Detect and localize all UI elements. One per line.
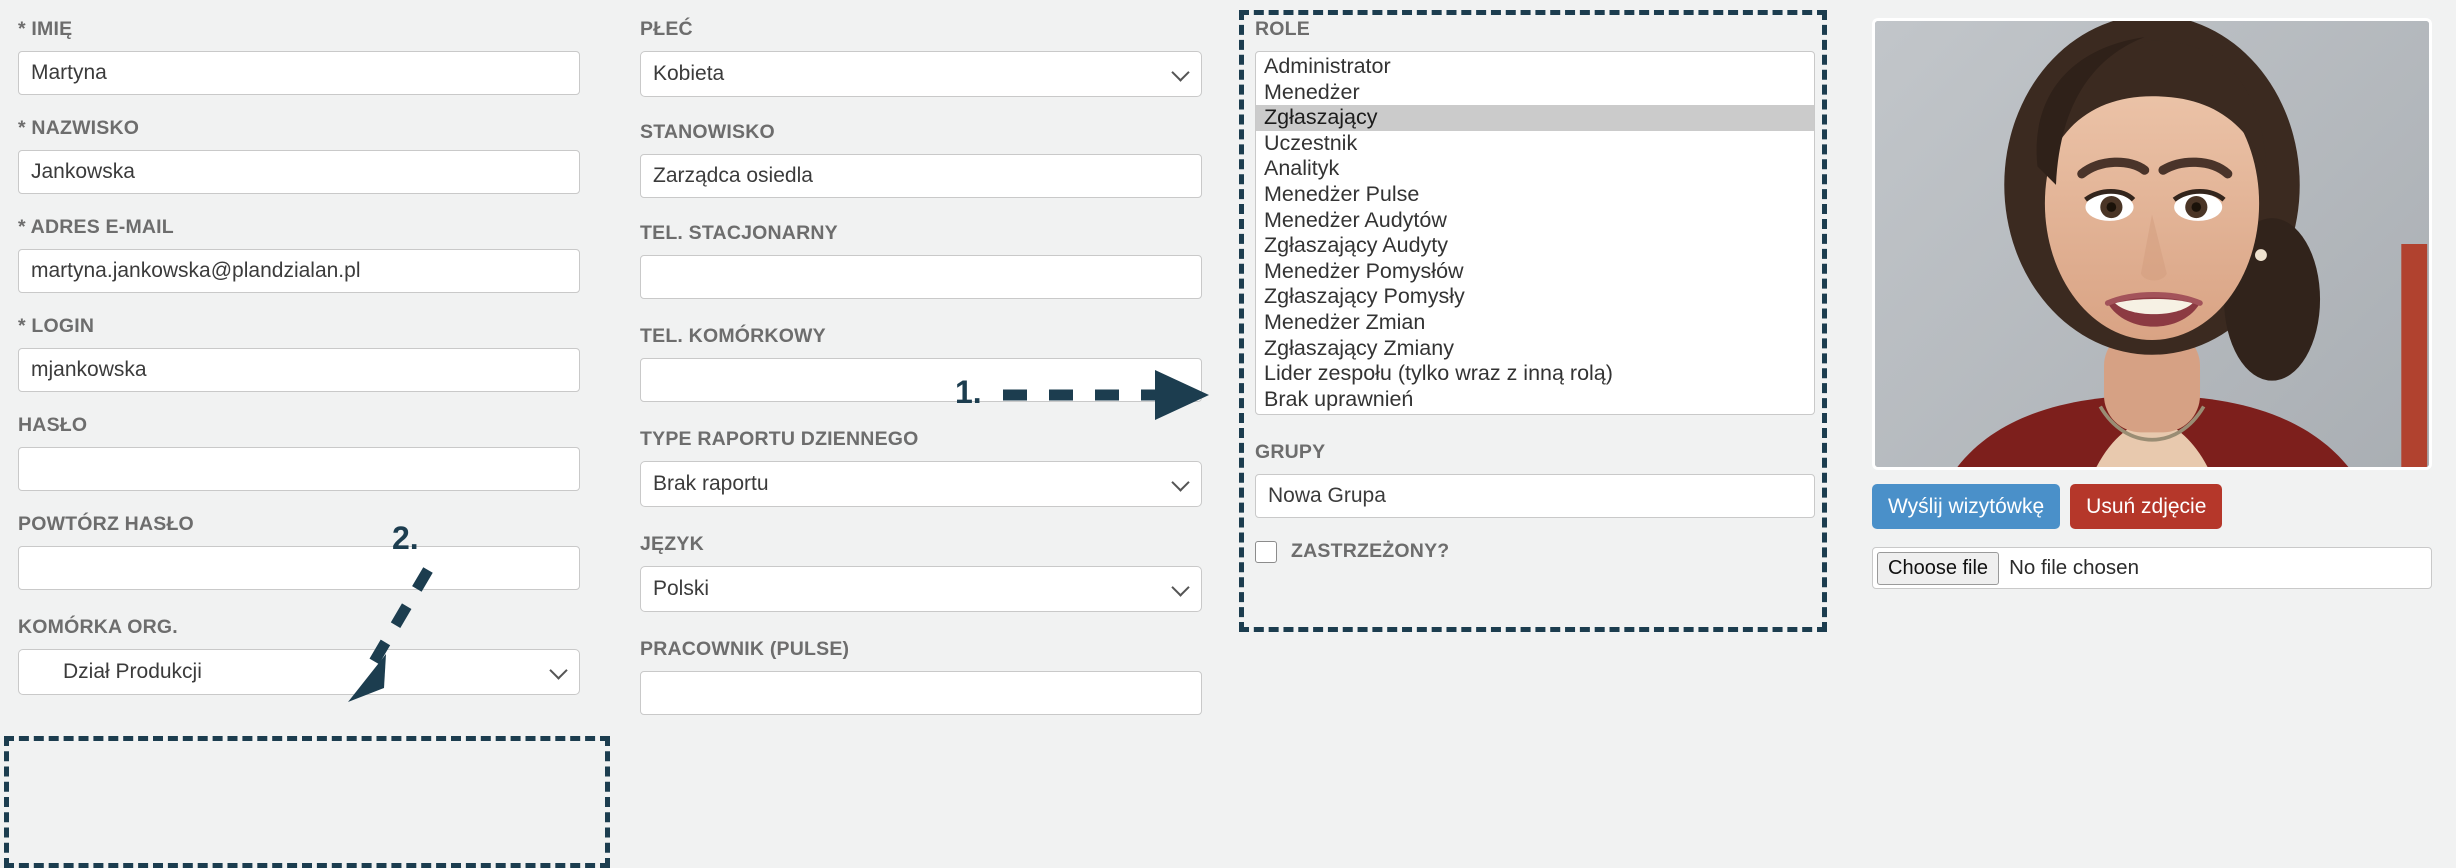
roles-field-group: ROLE Administrator Menedżer Zgłaszający Ucz… (1255, 18, 1815, 416)
org-unit-field-group: KOMÓRKA ORG. Dział Produkcji (18, 616, 580, 695)
org-unit-label: KOMÓRKA ORG. (18, 616, 178, 638)
groups-field-group: GRUPY Nowa Grupa (1255, 441, 1815, 519)
language-field-group: JĘZYK Polski (640, 533, 1202, 612)
chevron-down-icon (1171, 473, 1190, 492)
role-option[interactable]: Analityk (1256, 156, 1814, 182)
role-option[interactable]: Administrator (1256, 54, 1814, 80)
role-option[interactable]: Brak uprawnień (1256, 387, 1814, 413)
role-option[interactable]: Menedżer Audytów (1256, 208, 1814, 234)
role-option[interactable]: Menedżer Pulse (1256, 182, 1814, 208)
language-select[interactable]: Polski (640, 566, 1202, 612)
groups-label: GRUPY (1255, 441, 1326, 464)
role-option[interactable]: Zgłaszający Audyty (1256, 233, 1814, 259)
employee-pulse-input[interactable] (640, 671, 1202, 715)
last-name-label: * NAZWISKO (18, 117, 140, 139)
last-name-field-group: * NAZWISKO Jankowska (18, 117, 580, 194)
gender-field-group: PŁEĆ Kobieta (640, 18, 1202, 97)
photo-actions: Wyślij wizytówkę Usuń zdjęcie (1872, 484, 2432, 530)
email-field-group: * ADRES E-MAIL martyna.jankowska@plandzi… (18, 216, 580, 293)
role-option[interactable]: Menedżer Pomysłów (1256, 259, 1814, 285)
daily-report-select[interactable]: Brak raportu (640, 461, 1202, 507)
login-label: * LOGIN (18, 315, 95, 337)
details-column: PŁEĆ Kobieta STANOWISKO Zarządca osiedla… (640, 18, 1202, 737)
restricted-label: ZASTRZEŻONY? (1291, 540, 1450, 563)
chevron-down-icon (1171, 63, 1190, 82)
roles-label: ROLE (1255, 18, 1310, 40)
org-unit-highlight-box (4, 736, 610, 868)
mobile-input[interactable] (640, 358, 1202, 402)
language-select-value: Polski (653, 577, 710, 600)
password-repeat-field-group: POWTÓRZ HASŁO (18, 513, 580, 590)
first-name-field-group: * IMIĘ Martyna (18, 18, 580, 95)
password-input[interactable] (18, 447, 580, 491)
mobile-field-group: TEL. KOMÓRKOWY (640, 325, 1202, 402)
role-option[interactable]: Uczestnik (1256, 131, 1814, 157)
role-option[interactable]: Zgłaszający (1256, 105, 1814, 131)
last-name-input[interactable]: Jankowska (18, 150, 580, 194)
choose-file-button[interactable]: Choose file (1877, 551, 2000, 585)
password-repeat-label: POWTÓRZ HASŁO (18, 513, 194, 535)
send-business-card-button[interactable]: Wyślij wizytówkę (1872, 484, 2061, 530)
restricted-checkbox[interactable] (1255, 540, 1277, 563)
roles-column: ROLE Administrator Menedżer Zgłaszający Ucz… (1255, 18, 1815, 563)
login-field-group: * LOGIN mjankowska (18, 315, 580, 392)
password-label: HASŁO (18, 414, 88, 436)
role-option[interactable]: Menedżer Zmian (1256, 310, 1814, 336)
personal-data-column: * IMIĘ Martyna * NAZWISKO Jankowska * AD… (18, 18, 580, 717)
daily-report-label: TYPE RAPORTU DZIENNEGO (640, 428, 919, 450)
avatar (1872, 18, 2432, 470)
gender-select-value: Kobieta (653, 62, 725, 85)
photo-file-input[interactable]: Choose file No file chosen (1872, 547, 2432, 590)
daily-report-select-value: Brak raportu (653, 472, 769, 495)
password-repeat-input[interactable] (18, 546, 580, 590)
gender-select[interactable]: Kobieta (640, 51, 1202, 97)
landline-label: TEL. STACJONARNY (640, 222, 838, 244)
org-unit-select-value: Dział Produkcji (63, 660, 202, 683)
restricted-row: ZASTRZEŻONY? (1255, 540, 1815, 563)
password-field-group: HASŁO (18, 414, 580, 491)
delete-photo-button[interactable]: Usuń zdjęcie (2070, 484, 2223, 530)
first-name-label: * IMIĘ (18, 18, 73, 40)
daily-report-field-group: TYPE RAPORTU DZIENNEGO Brak raportu (640, 428, 1202, 507)
landline-field-group: TEL. STACJONARNY (640, 222, 1202, 299)
email-input[interactable]: martyna.jankowska@plandzialan.pl (18, 249, 580, 293)
groups-input[interactable]: Nowa Grupa (1255, 474, 1815, 519)
role-option[interactable]: Zgłaszający Pomysły (1256, 284, 1814, 310)
language-label: JĘZYK (640, 533, 704, 555)
chevron-down-icon (549, 661, 568, 680)
roles-listbox[interactable]: Administrator Menedżer Zgłaszający Uczestni… (1255, 51, 1815, 416)
mobile-label: TEL. KOMÓRKOWY (640, 325, 826, 347)
login-input[interactable]: mjankowska (18, 348, 580, 392)
chevron-down-icon (1171, 578, 1190, 597)
photo-column: Wyślij wizytówkę Usuń zdjęcie Choose fil… (1872, 18, 2432, 590)
user-form-page: * IMIĘ Martyna * NAZWISKO Jankowska * AD… (0, 0, 2456, 868)
position-label: STANOWISKO (640, 121, 775, 143)
org-unit-select[interactable]: Dział Produkcji (18, 649, 580, 695)
employee-pulse-label: PRACOWNIK (PULSE) (640, 638, 850, 660)
file-status-text: No file chosen (2009, 556, 2139, 580)
landline-input[interactable] (640, 255, 1202, 299)
role-option[interactable]: Zgłaszający Zmiany (1256, 336, 1814, 362)
first-name-input[interactable]: Martyna (18, 51, 580, 95)
position-input[interactable]: Zarządca osiedla (640, 154, 1202, 198)
gender-label: PŁEĆ (640, 18, 693, 40)
position-field-group: STANOWISKO Zarządca osiedla (640, 121, 1202, 198)
employee-pulse-field-group: PRACOWNIK (PULSE) (640, 638, 1202, 715)
role-option[interactable]: Lider zespołu (tylko wraz z inną rolą) (1256, 361, 1814, 387)
email-label: * ADRES E-MAIL (18, 216, 174, 238)
role-option[interactable]: Menedżer (1256, 80, 1814, 106)
